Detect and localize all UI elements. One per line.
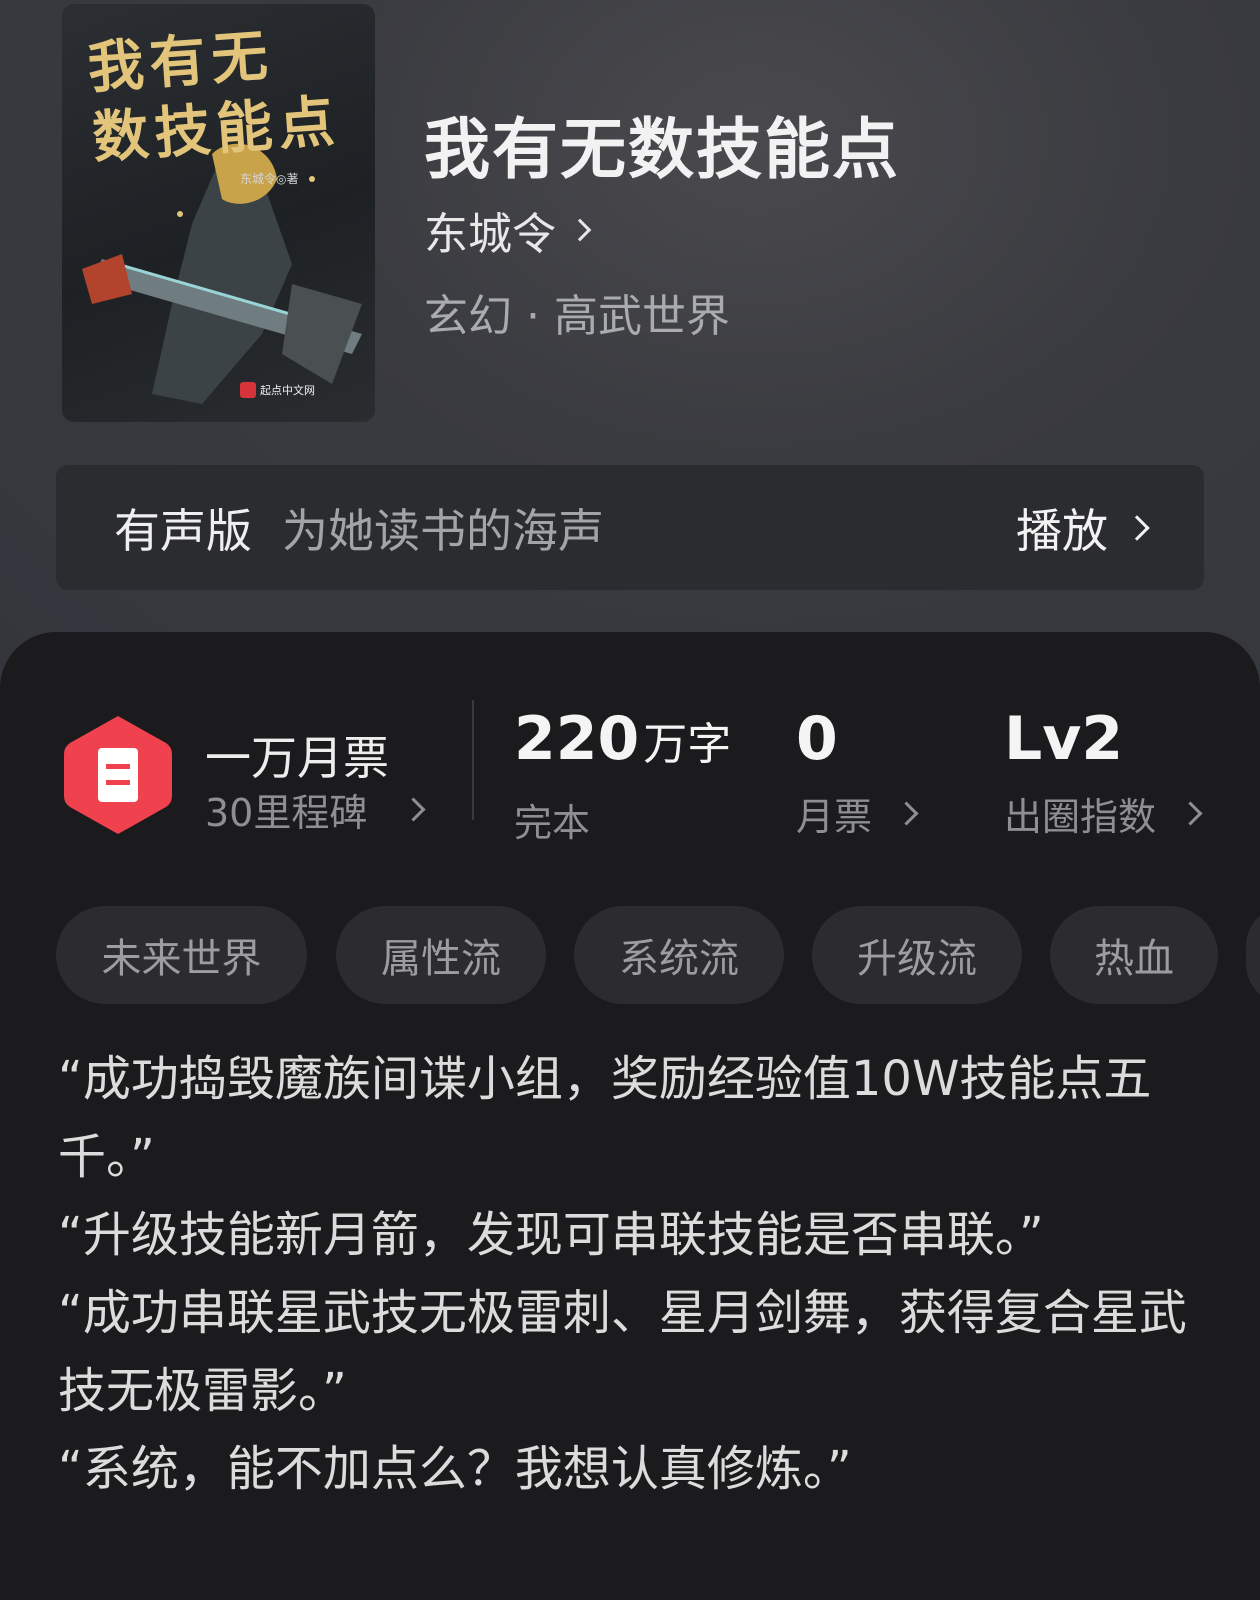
play-label: 播放 bbox=[1016, 503, 1108, 558]
tag-chip[interactable]: 系统流 bbox=[574, 906, 784, 1004]
description-line: “升级技能新月箭，发现可串联技能是否串联。” bbox=[58, 1207, 1044, 1263]
popularity-index-stat[interactable]: Lv2 出圈指数 bbox=[1004, 704, 1203, 841]
audio-narrator: 为她读书的海声 bbox=[282, 503, 604, 558]
tag-chip[interactable]: 属性流 bbox=[336, 906, 546, 1004]
tag-list: 未来世界 属性流 系统流 升级流 热血 bbox=[56, 906, 1260, 1004]
chevron-right-icon bbox=[894, 801, 919, 826]
milestone-link[interactable]: 30里程碑 bbox=[205, 782, 426, 837]
tag-chip[interactable]: 热血 bbox=[1050, 906, 1218, 1004]
book-cover[interactable]: 我有无 数技能点 东城令◎著 起点中文网 bbox=[62, 4, 375, 422]
author-link[interactable]: 东城令 bbox=[424, 198, 592, 262]
monthly-ticket-value: 0 bbox=[796, 704, 838, 774]
book-genre: 玄幻 · 高武世界 bbox=[424, 291, 730, 342]
chevron-right-icon bbox=[568, 218, 592, 242]
book-title: 我有无数技能点 bbox=[424, 110, 900, 188]
tag-chip[interactable]: 未来世界 bbox=[56, 906, 307, 1004]
milestone-title: 一万月票 bbox=[205, 731, 389, 785]
author-name: 东城令 bbox=[424, 209, 556, 260]
word-count-value: 220 bbox=[514, 704, 640, 774]
word-count-stat: 220万字 完本 bbox=[514, 704, 731, 847]
monthly-ticket-icon bbox=[64, 716, 172, 834]
completion-status: 完本 bbox=[514, 801, 591, 845]
book-description: “成功捣毁魔族间谍小组，奖励经验值10W技能点五千。” “升级技能新月箭，发现可… bbox=[58, 1040, 1208, 1508]
description-line: “成功捣毁魔族间谍小组，奖励经验值10W技能点五千。” bbox=[58, 1051, 1152, 1185]
audio-version-bar[interactable]: 有声版 为她读书的海声 播放 bbox=[56, 465, 1204, 590]
tag-chip-overflow[interactable] bbox=[1246, 906, 1260, 1004]
detail-panel: 一万月票 30里程碑 220万字 完本 0 月票 Lv2 出圈指数 未来世界 属… bbox=[0, 632, 1260, 1600]
stats-row: 一万月票 30里程碑 220万字 完本 0 月票 Lv2 出圈指数 bbox=[0, 632, 1260, 852]
audio-label: 有声版 bbox=[114, 503, 252, 558]
monthly-ticket-label: 月票 bbox=[796, 795, 873, 839]
monthly-ticket-stat[interactable]: 0 月票 bbox=[796, 704, 919, 841]
milestone-subtitle: 30里程碑 bbox=[205, 791, 368, 835]
stats-divider bbox=[472, 700, 474, 820]
description-line: “成功串联星武技无极雷刺、星月剑舞，获得复合星武技无极雷影。” bbox=[58, 1285, 1187, 1419]
tag-chip[interactable]: 升级流 bbox=[812, 906, 1022, 1004]
chevron-right-icon bbox=[1178, 801, 1203, 826]
cover-author-credit: 东城令◎著 bbox=[240, 172, 299, 186]
popularity-label: 出圈指数 bbox=[1004, 795, 1157, 839]
chevron-right-icon bbox=[401, 797, 426, 822]
cover-publisher-badge: 起点中文网 bbox=[240, 382, 315, 398]
publisher-logo-icon bbox=[240, 382, 256, 398]
popularity-level: Lv2 bbox=[1004, 704, 1124, 774]
description-line: “系统，能不加点么？我想认真修炼。” bbox=[58, 1441, 852, 1497]
cover-title: 我有无 数技能点 bbox=[85, 22, 343, 172]
chevron-right-icon bbox=[1124, 514, 1150, 541]
play-button[interactable]: 播放 bbox=[1016, 495, 1150, 561]
word-count-unit: 万字 bbox=[643, 719, 732, 770]
